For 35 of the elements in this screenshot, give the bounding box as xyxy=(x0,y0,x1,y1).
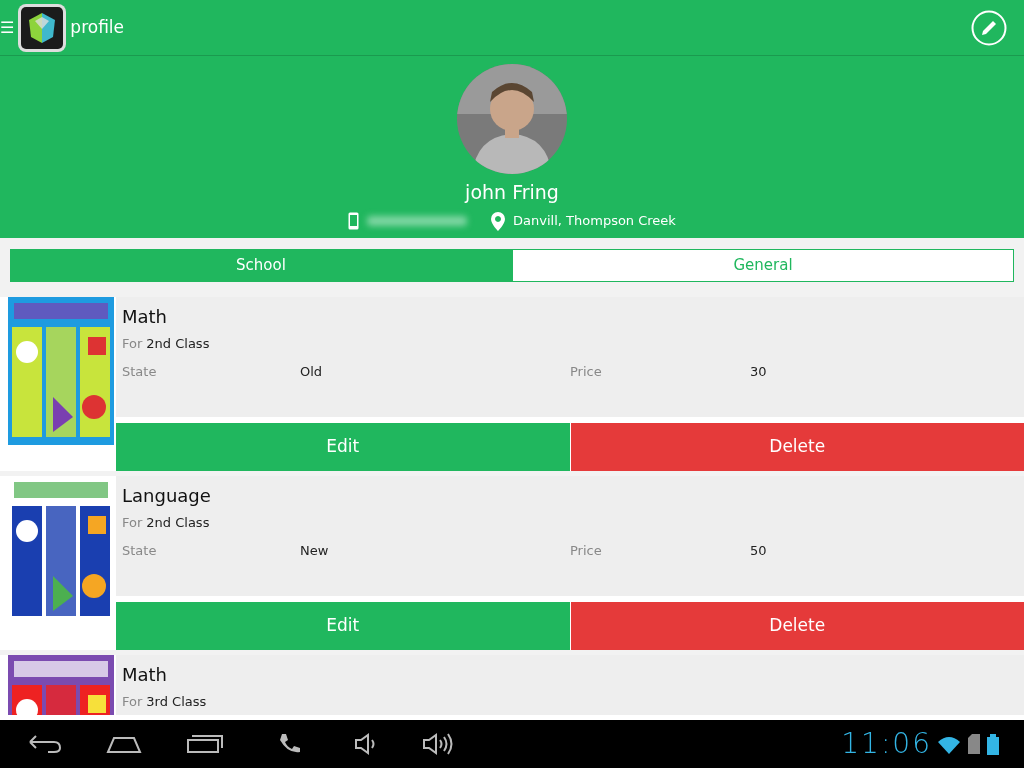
edit-button[interactable]: Edit xyxy=(116,423,570,471)
state-value: Old xyxy=(300,362,324,381)
profile-name: john Fring xyxy=(465,180,559,205)
screen-title: profile xyxy=(70,15,125,39)
state-value: New xyxy=(300,541,330,560)
tab[interactable]: School xyxy=(10,249,512,282)
clock-time: 11:06 xyxy=(841,726,932,762)
class-value: 2nd Class xyxy=(146,335,210,353)
sim-card-icon xyxy=(966,733,982,755)
app-logo-icon xyxy=(18,3,67,52)
book-subject: Language xyxy=(122,484,212,508)
book-subject: Math xyxy=(122,663,169,687)
location-pin-icon xyxy=(491,210,506,231)
book-subject: Math xyxy=(122,305,169,329)
for-label: For xyxy=(122,514,143,532)
edit-profile-button[interactable] xyxy=(970,8,1008,47)
for-label: For xyxy=(122,335,143,353)
menu-icon[interactable]: ☰ xyxy=(0,19,15,36)
state-label: State xyxy=(122,541,158,560)
phone-icon xyxy=(348,210,360,231)
delete-button[interactable]: Delete xyxy=(569,423,1024,471)
price-value: 30 xyxy=(750,362,767,381)
class-value: 3rd Class xyxy=(146,693,207,711)
price-label: Price xyxy=(570,541,603,560)
class-value: 2nd Class xyxy=(146,514,210,532)
battery-icon xyxy=(986,733,1000,755)
state-label: State xyxy=(122,362,158,381)
delete-button[interactable]: Delete xyxy=(569,602,1024,650)
price-label: Price xyxy=(570,362,603,381)
for-label: For xyxy=(122,693,143,711)
edit-button[interactable]: Edit xyxy=(116,602,570,650)
price-value: 50 xyxy=(750,541,767,560)
tab[interactable]: General xyxy=(512,249,1014,282)
location-text: Danvill, Thompson Creek xyxy=(513,211,676,230)
recent-apps-icon[interactable] xyxy=(184,732,224,756)
